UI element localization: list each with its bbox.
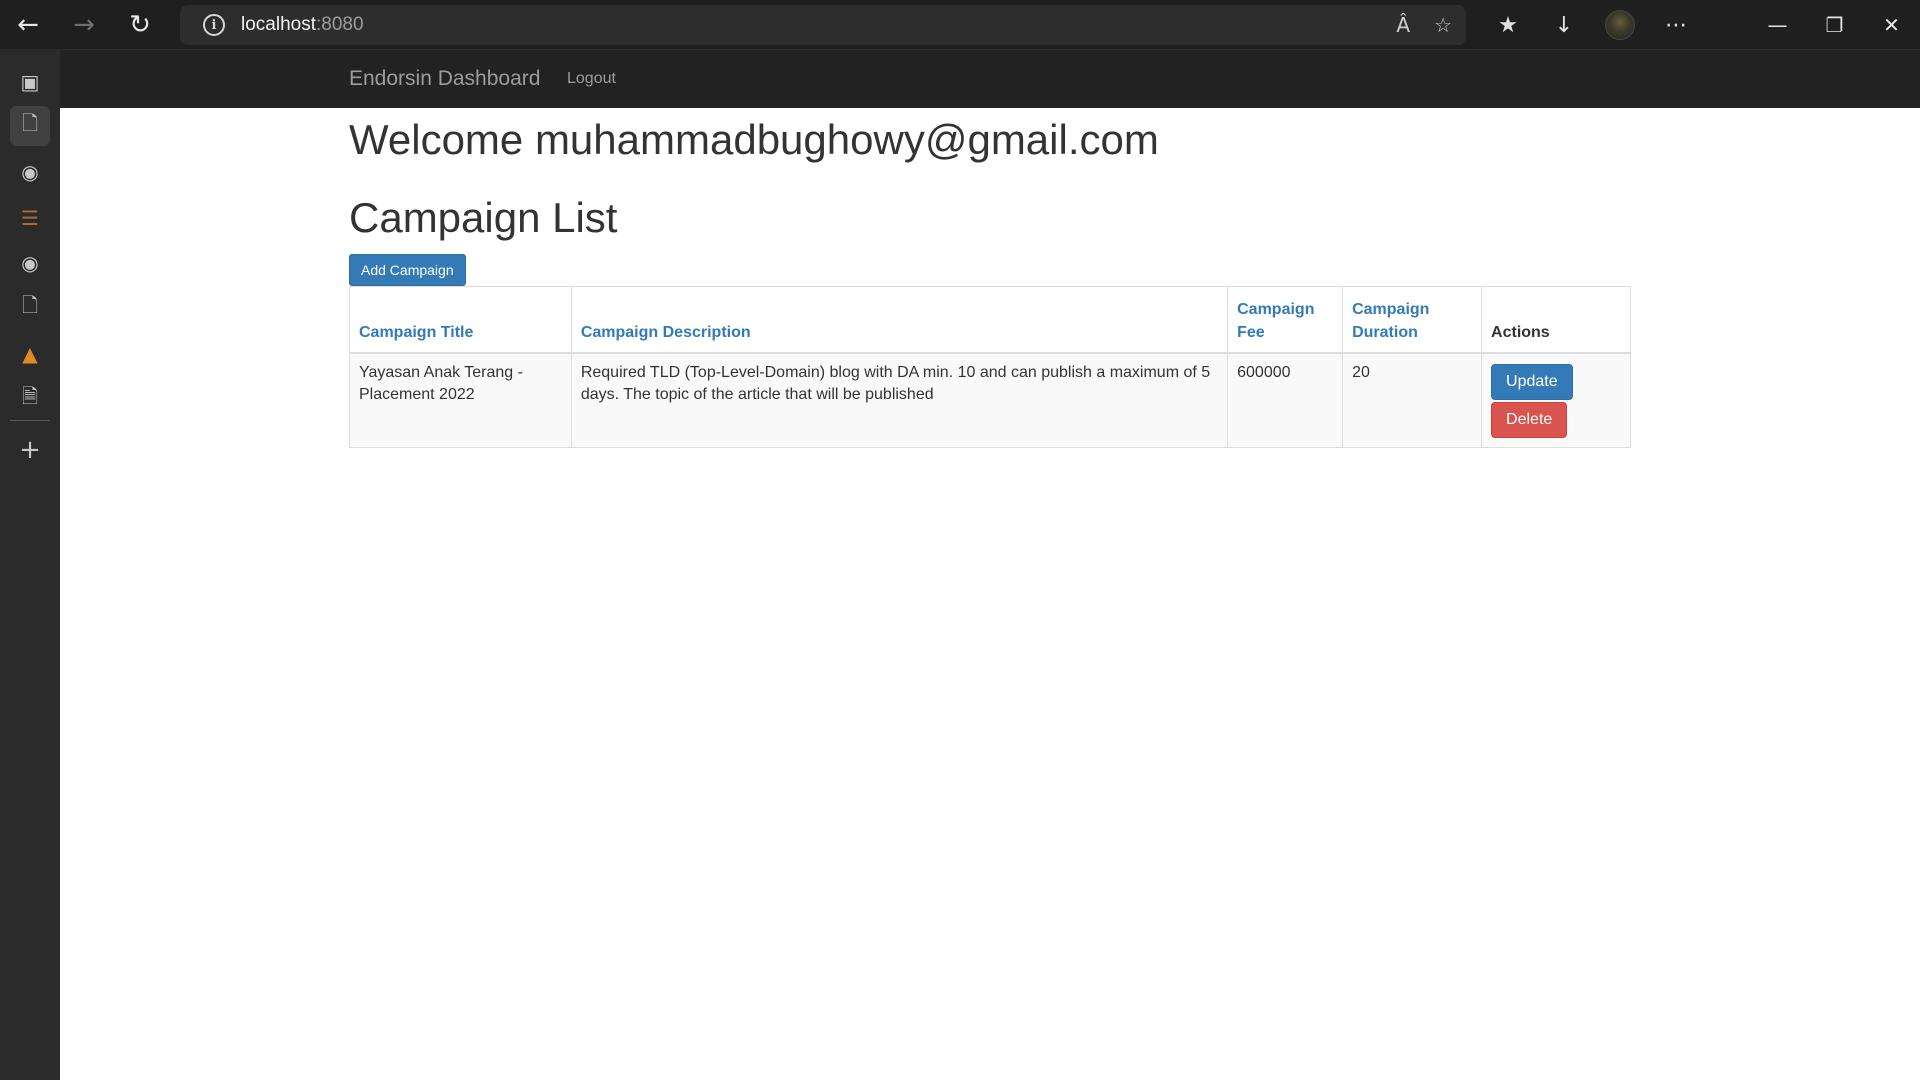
forward-icon[interactable]: → [56,0,112,50]
vertical-tabs-sidebar: ▣ 🗋 ◉ ☰ ◉ 🗋 ▲ 🗎 + [0,50,60,1080]
minimize-icon[interactable]: — [1749,0,1806,50]
page-title: Campaign List [349,194,618,241]
avatar [1605,10,1635,40]
address-bar[interactable]: i localhost:8080 Â ☆ [180,5,1466,45]
downloads-icon[interactable]: ↓ [1536,0,1592,50]
header-link[interactable]: Campaign Duration [1352,301,1429,341]
url-host: localhost [241,14,316,35]
header-campaign-fee[interactable]: Campaign Fee [1227,286,1344,354]
github-tab-icon[interactable]: ◉ [10,152,50,192]
cell-campaign-description: Required TLD (Top-Level-Domain) blog wit… [570,352,1229,448]
campaign-table: Campaign Title Campaign Description Camp… [349,286,1631,448]
navbar-brand[interactable]: Endorsin Dashboard [349,50,540,108]
cell-campaign-fee: 600000 [1227,352,1344,448]
header-campaign-title[interactable]: Campaign Title [349,286,572,354]
cell-campaign-duration: 20 [1342,352,1483,448]
tab-actions-icon[interactable]: ▣ [10,62,50,102]
add-favorite-icon[interactable]: ☆ [1434,13,1452,37]
github-tab-icon-2[interactable]: ◉ [10,243,50,283]
back-icon[interactable]: ← [0,0,56,50]
header-actions: Actions [1481,286,1631,354]
new-tab-icon[interactable]: + [10,430,50,470]
add-campaign-button[interactable]: Add Campaign [349,254,466,286]
top-navbar: Endorsin Dashboard Logout [60,50,1920,108]
browser-toolbar: ← → ↻ i localhost:8080 Â ☆ ★ ↓ ⋯ — ❐ ✕ [0,0,1920,50]
read-aloud-icon[interactable]: Â [1396,13,1410,37]
header-campaign-duration[interactable]: Campaign Duration [1342,286,1483,354]
table-header-row: Campaign Title Campaign Description Camp… [349,286,1631,354]
refresh-icon[interactable]: ↻ [112,0,168,50]
profile-avatar[interactable] [1592,0,1648,50]
header-link[interactable]: Campaign Fee [1237,301,1314,341]
kotlin-tab-icon[interactable]: ▲ [10,334,50,374]
url-port: :8080 [316,14,364,35]
welcome-heading: Welcome muhammadbughowy@gmail.com [349,116,1159,163]
close-icon[interactable]: ✕ [1863,0,1920,50]
cell-actions: Update Delete [1481,352,1631,448]
document-tab-icon[interactable]: 🗋 [10,288,50,328]
page-content: Endorsin Dashboard Logout Welcome muhamm… [60,50,1920,1080]
header-campaign-description[interactable]: Campaign Description [570,286,1229,354]
campaign-table-wrapper: Campaign Title Campaign Description Camp… [349,286,1631,448]
restore-icon[interactable]: ❐ [1806,0,1863,50]
rail-divider [10,420,50,421]
more-options-icon[interactable]: ⋯ [1648,0,1704,50]
page-tab-icon[interactable]: 🗋 [10,106,50,146]
favorites-icon[interactable]: ★ [1480,0,1536,50]
table-row: Yayasan Anak Terang - Placement 2022 Req… [349,352,1631,448]
header-link[interactable]: Campaign Title [359,324,473,341]
update-button[interactable]: Update [1491,363,1573,400]
stack-tab-icon[interactable]: ☰ [10,198,50,238]
cell-campaign-title: Yayasan Anak Terang - Placement 2022 [349,352,572,448]
delete-button[interactable]: Delete [1491,401,1568,438]
file-settings-tab-icon[interactable]: 🗎 [10,379,50,419]
header-link[interactable]: Campaign Description [581,324,751,341]
site-info-icon[interactable]: i [203,14,225,36]
logout-link[interactable]: Logout [567,50,616,108]
